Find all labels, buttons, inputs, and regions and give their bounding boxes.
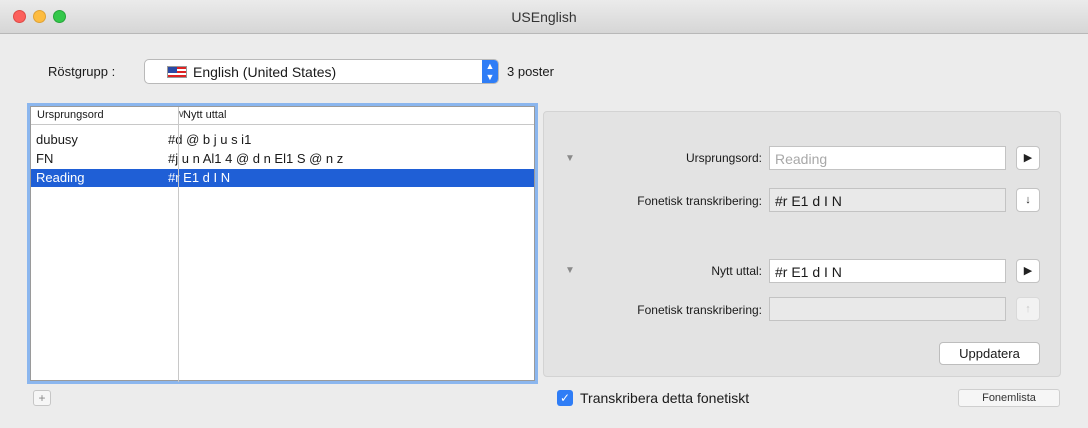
voice-group-value: English (United States) [193,64,337,80]
copy-down-button[interactable]: ↓ [1016,188,1040,212]
cell-original: Reading [36,170,85,185]
phoneme-list-button[interactable]: Fonemlista [958,389,1060,407]
original-word-label: Ursprungsord: [685,151,762,165]
phonetic-original-field: #r E1 d I N [769,188,1006,212]
entry-count: 3 poster [507,64,554,79]
us-flag-icon [167,66,187,78]
play-new-button[interactable]: ▶ [1016,259,1040,283]
add-entry-button[interactable]: + [33,390,51,406]
table-row[interactable]: dubusy #d @ b j u s i1 [31,131,534,149]
cell-original: FN [36,151,54,166]
cell-pronunciation: #j u n Al1 4 @ d n El1 S @ n z [168,151,344,166]
new-pronunciation-input[interactable]: #r E1 d I N [769,259,1006,283]
arrow-up-icon: ↑ [1025,303,1031,315]
column-header-original[interactable]: Ursprungsord ∨ [37,109,185,121]
voice-group-select[interactable]: English (United States) ▲ ▼ [144,59,499,84]
select-arrows-icon: ▲ ▼ [482,60,498,83]
column-header-pronunciation[interactable]: Nytt uttal [183,109,226,121]
disclosure-triangle-icon[interactable]: ▼ [565,153,575,164]
transcribe-checkbox-label[interactable]: Transkribera detta fonetiskt [580,390,749,406]
phonetic-new-label: Fonetisk transkribering: [637,303,762,317]
phonetic-new-field [769,297,1006,321]
original-word-input[interactable]: Reading [769,146,1006,170]
voice-group-label: Röstgrupp : [48,64,116,79]
title-bar: USEnglish [0,0,1088,34]
arrow-down-icon: ↓ [1025,194,1031,206]
play-icon: ▶ [1023,265,1033,277]
pronunciation-table[interactable]: Ursprungsord ∨ Nytt uttal dubusy #d @ b … [30,106,535,382]
phonetic-original-label: Fonetisk transkribering: [637,194,762,208]
table-header: Ursprungsord ∨ Nytt uttal [31,107,534,125]
app-window: USEnglish Röstgrupp : English (United St… [0,0,1088,428]
cell-pronunciation: #d @ b j u s i1 [168,132,252,147]
disclosure-triangle-icon[interactable]: ▼ [565,265,575,276]
new-pronunciation-label: Nytt uttal: [711,264,762,278]
window-title: USEnglish [511,9,577,25]
column-divider [178,107,179,382]
update-button[interactable]: Uppdatera [939,342,1040,365]
checkmark-icon: ✓ [559,391,571,405]
cell-original: dubusy [36,132,78,147]
transcribe-checkbox[interactable]: ✓ [557,390,573,406]
copy-up-button[interactable]: ↑ [1016,297,1040,321]
table-row[interactable]: FN #j u n Al1 4 @ d n El1 S @ n z [31,150,534,168]
table-row-selected[interactable]: Reading #r E1 d I N [31,169,534,187]
play-original-button[interactable]: ▶ [1016,146,1040,170]
play-icon: ▶ [1023,152,1033,164]
